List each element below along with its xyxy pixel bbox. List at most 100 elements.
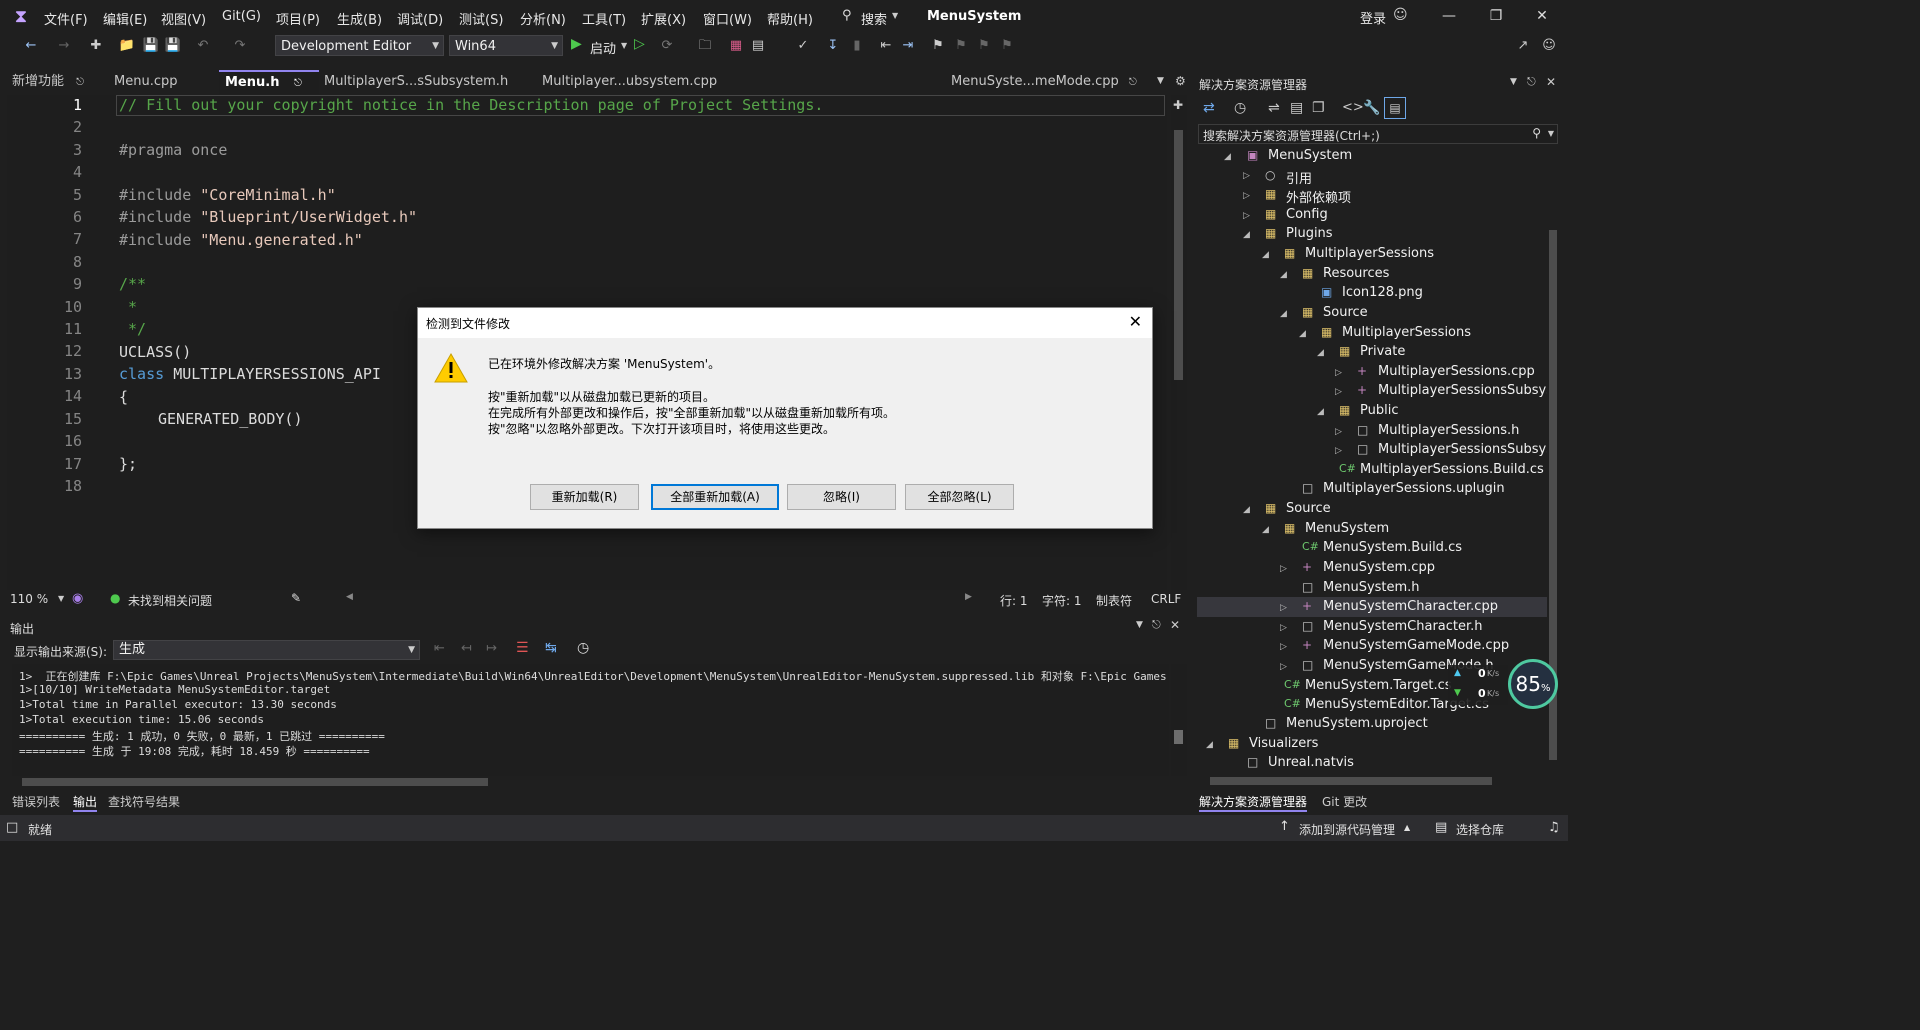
tree-item[interactable]: Source: [1323, 305, 1368, 320]
reload-button[interactable]: 重新加载(R): [530, 484, 639, 510]
tree-item[interactable]: MultiplayerSessions.cpp: [1378, 364, 1535, 379]
collapse-caret-icon[interactable]: ◢: [1224, 152, 1231, 162]
start-button[interactable]: 启动: [590, 38, 616, 57]
tree-item[interactable]: Visualizers: [1249, 736, 1318, 751]
undo-icon[interactable]: ↶: [194, 37, 212, 55]
notification-icon[interactable]: □: [6, 820, 18, 835]
find-message-icon[interactable]: ⇤: [434, 641, 445, 656]
char-indicator[interactable]: 字符: 1: [1042, 592, 1082, 609]
tree-item[interactable]: MultiplayerSessions.uplugin: [1323, 481, 1505, 496]
tab-find-symbol-results[interactable]: 查找符号结果: [108, 793, 180, 810]
output-vertical-scrollbar[interactable]: [1171, 664, 1187, 776]
menu-debug[interactable]: 调试(D): [397, 9, 443, 28]
spell-check-icon[interactable]: ✓: [794, 37, 812, 55]
tree-item[interactable]: MultiplayerSessions: [1342, 325, 1471, 340]
step-icon[interactable]: ↧: [824, 37, 842, 55]
history-icon[interactable]: ◷: [1234, 100, 1246, 116]
collapse-caret-icon[interactable]: ◢: [1299, 329, 1306, 339]
tree-item[interactable]: MenuSystem: [1305, 521, 1389, 536]
tree-item[interactable]: Plugins: [1286, 226, 1333, 241]
clear-all-icon[interactable]: ☰: [516, 640, 529, 656]
properties-wrench-icon[interactable]: 🔧: [1363, 100, 1380, 116]
menu-view[interactable]: 视图(V): [161, 9, 206, 28]
pending-changes-icon[interactable]: ⇌: [1268, 100, 1280, 116]
show-all-files-icon[interactable]: ❐: [1312, 100, 1325, 116]
select-repository[interactable]: 选择仓库: [1456, 821, 1504, 838]
collapse-caret-icon[interactable]: ◢: [1206, 740, 1213, 750]
tree-item[interactable]: Public: [1360, 403, 1398, 418]
next-bookmark-icon[interactable]: ⚑: [975, 37, 993, 55]
pin-icon[interactable]: ⎋: [294, 78, 302, 89]
hot-reload-icon[interactable]: ⟳: [658, 37, 676, 55]
tree-item[interactable]: MenuSystem.Build.cs: [1323, 540, 1462, 555]
save-icon[interactable]: 💾: [142, 37, 160, 55]
column-icon[interactable]: ▮: [848, 37, 866, 55]
collapse-caret-icon[interactable]: ◢: [1317, 348, 1324, 358]
tree-item[interactable]: Config: [1286, 207, 1328, 222]
tabs-indicator[interactable]: 制表符: [1096, 592, 1132, 609]
output-source-select[interactable]: 生成 ▼: [113, 640, 420, 660]
tab-output[interactable]: 输出: [73, 793, 98, 812]
outdent-icon[interactable]: ⇥: [899, 37, 917, 55]
start-debug-icon[interactable]: ▶: [571, 36, 582, 52]
tree-item[interactable]: MenuSystem.uproject: [1286, 716, 1428, 731]
search-button[interactable]: 搜索: [861, 9, 887, 28]
forward-icon[interactable]: →: [55, 37, 73, 55]
tree-item[interactable]: MenuSystemGameMode.cpp: [1323, 638, 1509, 653]
open-folder-icon[interactable]: 📁: [118, 37, 136, 55]
split-icon[interactable]: ✚: [1173, 98, 1183, 112]
layout-icon[interactable]: ▤: [749, 37, 767, 55]
tab-error-list[interactable]: 错误列表: [12, 793, 60, 810]
solution-horizontal-scroll-thumb[interactable]: [1210, 777, 1492, 785]
expand-caret-icon[interactable]: ▷: [1243, 191, 1250, 201]
tree-item[interactable]: 引用: [1286, 168, 1312, 187]
collapse-caret-icon[interactable]: ◢: [1280, 309, 1287, 319]
pin-icon[interactable]: ⎋: [1129, 77, 1137, 88]
issues-status[interactable]: 未找到相关问题: [128, 592, 212, 609]
tree-item[interactable]: MenuSystem: [1268, 148, 1352, 163]
pin-icon[interactable]: ⎋: [1152, 618, 1161, 632]
tab-whats-new[interactable]: 新增功能 ⎋: [6, 70, 96, 94]
zoom-level[interactable]: 110 %: [10, 592, 48, 606]
preview-icon[interactable]: ▤: [1384, 97, 1406, 119]
tree-item[interactable]: MultiplayerSessions.Build.cs: [1360, 462, 1544, 477]
close-window-icon[interactable]: ✕: [1532, 8, 1552, 24]
ignore-all-button[interactable]: 全部忽略(L): [905, 484, 1014, 510]
dialog-close-icon[interactable]: ✕: [1129, 312, 1142, 331]
search-icon[interactable]: ⚲: [842, 8, 852, 23]
collapse-caret-icon[interactable]: ◢: [1262, 525, 1269, 535]
menu-git[interactable]: Git(G): [222, 9, 261, 24]
chevron-down-icon[interactable]: ▼: [1510, 77, 1517, 87]
tab-subsystem-cpp[interactable]: Multiplayer...ubsystem.cpp: [536, 70, 750, 94]
tree-item[interactable]: MenuSystem.Target.cs: [1305, 678, 1452, 693]
search-icon[interactable]: ⚲: [1532, 126, 1541, 140]
redo-icon[interactable]: ↷: [231, 37, 249, 55]
editor-scroll-thumb[interactable]: [1174, 130, 1183, 380]
next-message-icon[interactable]: ↦: [486, 641, 497, 656]
pin-icon[interactable]: ⎋: [1527, 75, 1536, 89]
tree-item[interactable]: MenuSystemCharacter.h: [1323, 619, 1483, 634]
reload-all-button[interactable]: 全部重新加载(A): [651, 484, 779, 510]
expand-caret-icon[interactable]: ▷: [1280, 642, 1287, 652]
code-view-icon[interactable]: <>: [1342, 100, 1364, 115]
solution-search-input[interactable]: 搜索解决方案资源管理器(Ctrl+;) ⚲ ▼: [1198, 124, 1558, 144]
expand-caret-icon[interactable]: ▷: [1280, 564, 1287, 574]
minimize-icon[interactable]: —: [1439, 8, 1459, 24]
close-panel-icon[interactable]: ✕: [1170, 618, 1180, 632]
collapse-caret-icon[interactable]: ◢: [1262, 250, 1269, 260]
tree-item[interactable]: Source: [1286, 501, 1331, 516]
collapse-all-icon[interactable]: ▤: [1290, 100, 1303, 116]
tab-git-changes[interactable]: Git 更改: [1322, 793, 1367, 810]
tree-item[interactable]: MultiplayerSessionsSubsyst: [1378, 442, 1558, 457]
eol-indicator[interactable]: CRLF: [1151, 592, 1181, 606]
back-icon[interactable]: ←: [22, 37, 40, 55]
indent-icon[interactable]: ⇤: [877, 37, 895, 55]
bell-icon[interactable]: ♫: [1548, 820, 1560, 835]
menu-test[interactable]: 测试(S): [459, 9, 503, 28]
platform-select[interactable]: Win64 ▼: [449, 35, 563, 56]
collapse-caret-icon[interactable]: ◢: [1280, 270, 1287, 280]
close-panel-icon[interactable]: ✕: [1546, 75, 1556, 89]
expand-caret-icon[interactable]: ▷: [1280, 662, 1287, 672]
expand-caret-icon[interactable]: ▷: [1280, 623, 1287, 633]
restore-icon[interactable]: ❐: [1486, 8, 1506, 24]
